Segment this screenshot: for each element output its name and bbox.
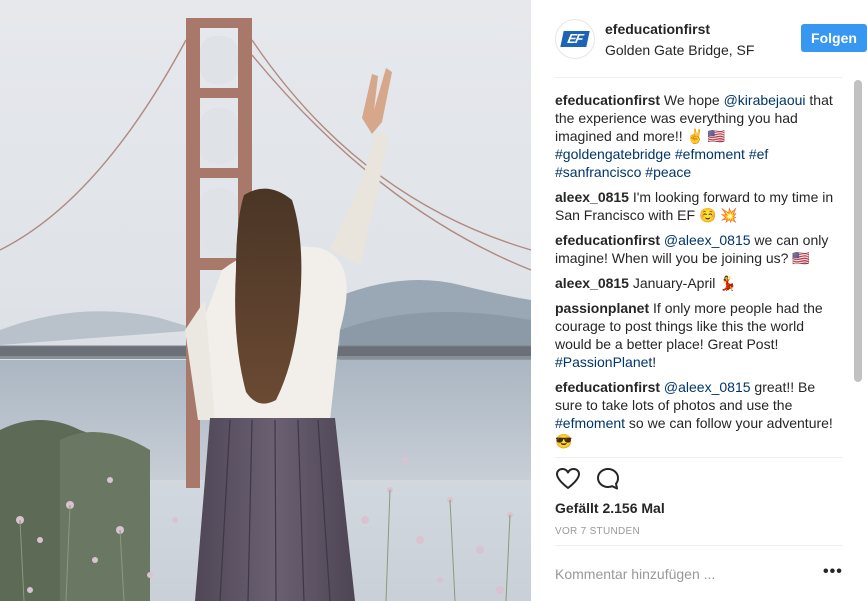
comment-item: aleex_0815 January-April 💃 xyxy=(555,274,843,292)
heart-icon[interactable] xyxy=(555,466,581,492)
mention-link[interactable]: @aleex_0815 xyxy=(664,379,751,395)
comment-item: efeducationfirst @aleex_0815 great!! Be … xyxy=(555,378,843,450)
header-location[interactable]: Golden Gate Bridge, SF xyxy=(605,42,754,59)
mention-link[interactable]: @kirabejaoui xyxy=(724,92,806,108)
hashtag-link[interactable]: #efmoment xyxy=(555,415,625,431)
header-username[interactable]: efeducationfirst xyxy=(605,21,754,38)
comment-text: January-April 💃 xyxy=(628,275,737,291)
likes-count[interactable]: Gefällt 2.156 Mal xyxy=(555,500,665,516)
hashtag-link[interactable]: #sanfrancisco xyxy=(555,164,641,180)
post-details-panel: EF efeducationfirst Golden Gate Bridge, … xyxy=(531,0,867,601)
comment-username[interactable]: efeducationfirst xyxy=(555,379,660,395)
scrollbar-thumb[interactable] xyxy=(854,80,862,382)
hashtag-link[interactable]: #goldengatebridge xyxy=(555,146,671,162)
comment-username[interactable]: efeducationfirst xyxy=(555,92,660,108)
post-photo[interactable] xyxy=(0,0,531,601)
hashtag-link[interactable]: #PassionPlanet xyxy=(555,354,652,370)
golden-gate-photo xyxy=(0,0,531,601)
hashtag-link[interactable]: #efmoment xyxy=(675,146,745,162)
hashtag-link[interactable]: #peace xyxy=(645,164,691,180)
comment-text: ! xyxy=(652,354,657,370)
header-divider xyxy=(555,77,843,78)
comment-icon[interactable] xyxy=(595,466,621,492)
follow-button[interactable]: Folgen xyxy=(801,24,867,52)
mention-link[interactable]: @aleex_0815 xyxy=(664,232,751,248)
post-view: EF efeducationfirst Golden Gate Bridge, … xyxy=(0,0,867,601)
comments-list[interactable]: efeducationfirst We hope @kirabejaoui th… xyxy=(555,91,843,457)
comment-username[interactable]: aleex_0815 xyxy=(555,189,629,205)
comment-input[interactable] xyxy=(555,564,805,584)
post-timestamp[interactable]: VOR 7 STUNDEN xyxy=(555,526,640,537)
comment-username[interactable]: aleex_0815 xyxy=(555,275,629,291)
comment-username[interactable]: passionplanet xyxy=(555,300,649,316)
ef-logo-icon: EF xyxy=(560,31,590,47)
more-options-icon[interactable]: ••• xyxy=(823,563,843,581)
header-text: efeducationfirst Golden Gate Bridge, SF xyxy=(605,21,754,59)
post-header: EF efeducationfirst Golden Gate Bridge, … xyxy=(555,19,867,61)
input-divider xyxy=(555,545,843,546)
comment-text: We hope xyxy=(660,92,724,108)
comment-item: aleex_0815 I'm looking forward to my tim… xyxy=(555,188,843,224)
comment-item: passionplanet If only more people had th… xyxy=(555,299,843,371)
comments-divider xyxy=(555,457,843,458)
avatar[interactable]: EF xyxy=(555,19,595,59)
comment-username[interactable]: efeducationfirst xyxy=(555,232,660,248)
hashtag-link[interactable]: #ef xyxy=(749,146,768,162)
comment-item: efeducationfirst @aleex_0815 we can only… xyxy=(555,231,843,267)
comment-item: efeducationfirst We hope @kirabejaoui th… xyxy=(555,91,843,181)
